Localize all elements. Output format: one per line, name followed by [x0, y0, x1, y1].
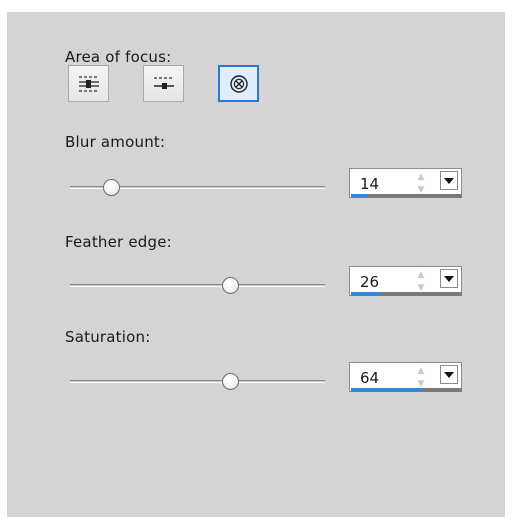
blur-amount-slider[interactable]: [70, 178, 325, 198]
blur-amount-label: Blur amount:: [65, 133, 166, 151]
feather-edge-label: Feather edge:: [65, 233, 172, 251]
slider-thumb[interactable]: [103, 179, 120, 196]
slider-track: [70, 380, 325, 383]
feather-edge-slider[interactable]: [70, 276, 325, 296]
spinbox-field[interactable]: 64 ▲ ▼: [349, 362, 462, 392]
slider-thumb[interactable]: [222, 373, 239, 390]
feather-edge-spinbox[interactable]: 26 ▲ ▼: [349, 266, 462, 300]
feather-edge-value[interactable]: 26: [360, 273, 379, 291]
value-bar: [351, 388, 462, 392]
spin-up-icon[interactable]: ▲: [418, 365, 425, 377]
spinbox-field[interactable]: 14 ▲ ▼: [349, 168, 462, 198]
slider-thumb[interactable]: [222, 277, 239, 294]
value-bar: [351, 194, 462, 198]
spinbox-arrows[interactable]: ▲ ▼: [414, 365, 428, 390]
circle-focus-icon: [229, 74, 248, 93]
spinbox-arrows[interactable]: ▲ ▼: [414, 269, 428, 294]
dropdown-button[interactable]: [440, 269, 458, 288]
chevron-down-icon: [444, 177, 454, 184]
dropdown-button[interactable]: [440, 171, 458, 190]
value-bar-fill: [351, 292, 380, 296]
value-bar-fill: [351, 194, 367, 198]
saturation-slider[interactable]: [70, 372, 325, 392]
focus-horizontal-band-button[interactable]: [68, 65, 109, 102]
value-bar-fill: [351, 388, 422, 392]
saturation-value[interactable]: 64: [360, 369, 379, 387]
spin-up-icon[interactable]: ▲: [418, 171, 425, 183]
dropdown-button[interactable]: [440, 365, 458, 384]
blur-amount-value[interactable]: 14: [360, 175, 379, 193]
slider-track: [70, 284, 325, 287]
focus-horizontal-line-button[interactable]: [143, 65, 184, 102]
saturation-label: Saturation:: [65, 328, 151, 346]
settings-panel: Area of focus: Blur amount: 14 ▲ ▼ Feath…: [7, 12, 505, 517]
horizontal-line-icon: [153, 76, 174, 89]
focus-circle-button[interactable]: [218, 65, 259, 102]
spinbox-arrows[interactable]: ▲ ▼: [414, 171, 428, 196]
value-bar: [351, 292, 462, 296]
area-of-focus-label: Area of focus:: [65, 48, 172, 66]
saturation-spinbox[interactable]: 64 ▲ ▼: [349, 362, 462, 396]
chevron-down-icon: [444, 275, 454, 282]
blur-amount-spinbox[interactable]: 14 ▲ ▼: [349, 168, 462, 202]
spin-up-icon[interactable]: ▲: [418, 269, 425, 281]
spinbox-field[interactable]: 26 ▲ ▼: [349, 266, 462, 296]
horizontal-band-icon: [78, 75, 99, 92]
chevron-down-icon: [444, 371, 454, 378]
